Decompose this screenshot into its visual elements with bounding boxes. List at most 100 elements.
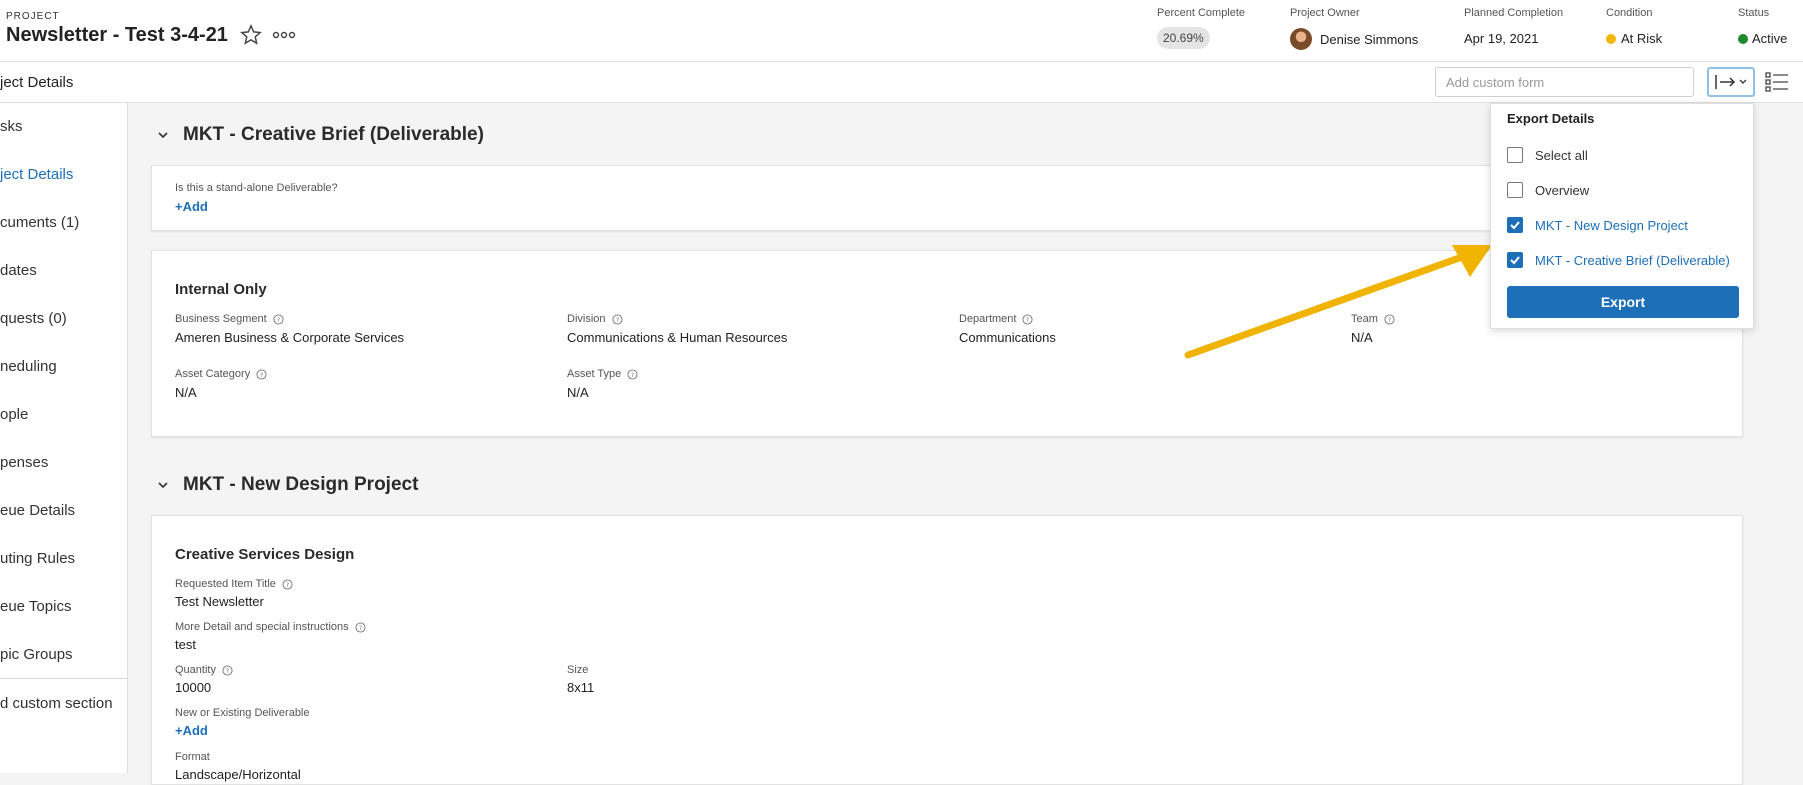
condition-dot-icon <box>1606 33 1616 44</box>
checkmark-icon <box>1510 221 1520 230</box>
project-owner[interactable]: Project Owner Denise Simmons <box>1290 7 1418 50</box>
checkbox[interactable] <box>1507 182 1523 198</box>
export-submit-button[interactable]: Export <box>1507 286 1739 318</box>
help-icon[interactable]: ? <box>355 621 366 633</box>
field-label: Business Segment? <box>175 313 284 325</box>
new-existing-add-link[interactable]: +Add <box>175 723 208 738</box>
field-value: Landscape/Horizontal <box>175 767 301 782</box>
chevron-down-icon <box>1739 79 1747 84</box>
sidebar-item-expenses[interactable]: penses <box>0 454 48 471</box>
field-label: Size <box>567 664 589 676</box>
percent-complete: Percent Complete 20.69% <box>1157 7 1245 49</box>
planned-completion: Planned Completion Apr 19, 2021 <box>1464 7 1564 46</box>
svg-text:?: ? <box>260 370 263 378</box>
svg-text:?: ? <box>631 370 634 378</box>
project-header: PROJECT Newsletter - Test 3-4-21 Percent… <box>0 0 1803 62</box>
percent-badge: 20.69% <box>1157 27 1210 49</box>
standalone-label: Is this a stand-alone Deliverable? <box>175 182 338 194</box>
owner-avatar[interactable] <box>1290 28 1312 50</box>
help-icon[interactable]: ? <box>222 664 233 676</box>
sidebar-item-topic-groups[interactable]: pic Groups <box>0 646 73 663</box>
field-value: N/A <box>175 385 197 400</box>
sidebar-item-updates[interactable]: dates <box>0 262 37 279</box>
section-creative-brief-header[interactable]: MKT - Creative Brief (Deliverable) <box>157 124 484 146</box>
field-label: Asset Category? <box>175 368 267 380</box>
status[interactable]: Status Active <box>1738 7 1787 46</box>
field-value: Test Newsletter <box>175 594 264 609</box>
checkmark-icon <box>1510 256 1520 265</box>
export-option-overview[interactable]: Overview <box>1507 182 1589 198</box>
card-title: Creative Services Design <box>175 546 355 563</box>
owner-name[interactable]: Denise Simmons <box>1320 32 1418 47</box>
section-new-design-header[interactable]: MKT - New Design Project <box>157 474 418 496</box>
section-title: MKT - New Design Project <box>183 474 419 495</box>
checkbox[interactable] <box>1507 147 1523 163</box>
sidebar-item-routing-rules[interactable]: uting Rules <box>0 550 75 567</box>
help-icon[interactable]: ? <box>256 368 267 380</box>
condition[interactable]: Condition At Risk <box>1606 7 1662 46</box>
svg-text:?: ? <box>277 315 280 323</box>
field-value: Ameren Business & Corporate Services <box>175 330 405 345</box>
export-icon <box>1715 75 1747 89</box>
checkbox-checked[interactable] <box>1507 252 1523 268</box>
sidebar-item-queue-details[interactable]: eue Details <box>0 502 75 519</box>
sidebar: sks ject Details cuments (1) dates quest… <box>0 103 128 773</box>
status-value[interactable]: Active <box>1752 31 1787 46</box>
sidebar-item-people[interactable]: ople <box>0 406 28 423</box>
card-title: Internal Only <box>175 281 267 298</box>
list-view-icon[interactable] <box>1764 70 1790 94</box>
field-label: Asset Type? <box>567 368 638 380</box>
section-title: MKT - Creative Brief (Deliverable) <box>183 124 484 145</box>
help-icon[interactable]: ? <box>611 313 623 325</box>
sidebar-divider <box>0 678 127 679</box>
chevron-down-icon[interactable] <box>157 129 169 141</box>
checkbox-checked[interactable] <box>1507 217 1523 233</box>
status-dot-icon <box>1738 33 1748 44</box>
export-button[interactable] <box>1707 67 1755 97</box>
standalone-add-link[interactable]: +Add <box>175 199 208 214</box>
export-option-creative-brief[interactable]: MKT - Creative Brief (Deliverable) <box>1507 252 1730 268</box>
field-label: Division? <box>567 313 623 325</box>
field-value: Communications <box>959 330 1056 345</box>
export-option-select-all[interactable]: Select all <box>1507 147 1588 163</box>
sidebar-item-scheduling[interactable]: neduling <box>0 358 57 375</box>
field-value: 10000 <box>175 680 212 695</box>
add-custom-form-input[interactable] <box>1435 67 1694 97</box>
svg-text:?: ? <box>615 315 618 323</box>
field-label: Requested Item Title? <box>175 578 293 590</box>
annotation-arrow-icon <box>1184 245 1492 359</box>
subheader-bar: ject Details <box>0 62 1803 103</box>
planned-completion-date: Apr 19, 2021 <box>1464 31 1539 46</box>
chevron-down-icon[interactable] <box>157 479 169 491</box>
star-icon[interactable] <box>240 24 262 46</box>
field-label: Department? <box>959 313 1034 325</box>
export-option-new-design-project[interactable]: MKT - New Design Project <box>1507 217 1688 233</box>
field-label: Quantity? <box>175 664 233 676</box>
more-options-icon[interactable] <box>272 28 296 42</box>
condition-value[interactable]: At Risk <box>1621 31 1662 46</box>
help-icon[interactable]: ? <box>627 368 638 380</box>
sidebar-item-tasks[interactable]: sks <box>0 118 23 135</box>
field-value: test <box>175 637 196 652</box>
project-label: PROJECT <box>6 11 60 22</box>
sidebar-item-queue-topics[interactable]: eue Topics <box>0 598 71 615</box>
svg-text:?: ? <box>358 623 361 631</box>
project-title: Newsletter - Test 3-4-21 <box>6 24 228 46</box>
help-icon[interactable]: ? <box>273 313 284 325</box>
sidebar-item-documents[interactable]: cuments (1) <box>0 214 79 231</box>
field-label: New or Existing Deliverable <box>175 707 310 719</box>
field-value: N/A <box>567 385 589 400</box>
help-icon[interactable]: ? <box>282 578 293 590</box>
field-label: More Detail and special instructions? <box>175 621 366 633</box>
sidebar-item-project-details[interactable]: ject Details <box>0 166 73 183</box>
export-menu-title: Export Details <box>1507 111 1595 126</box>
field-label: Format <box>175 751 210 763</box>
field-value: Communications & Human Resources <box>567 330 788 345</box>
svg-text:?: ? <box>286 580 289 588</box>
field-value: 8x11 <box>567 680 595 695</box>
sidebar-item-add-custom-section[interactable]: d custom section <box>0 695 113 712</box>
help-icon[interactable]: ? <box>1022 313 1034 325</box>
creative-services-design-card: Creative Services Design Requested Item … <box>151 515 1743 785</box>
export-details-menu: Export Details Select all Overview MKT -… <box>1490 103 1754 329</box>
sidebar-item-requests[interactable]: quests (0) <box>0 310 67 327</box>
